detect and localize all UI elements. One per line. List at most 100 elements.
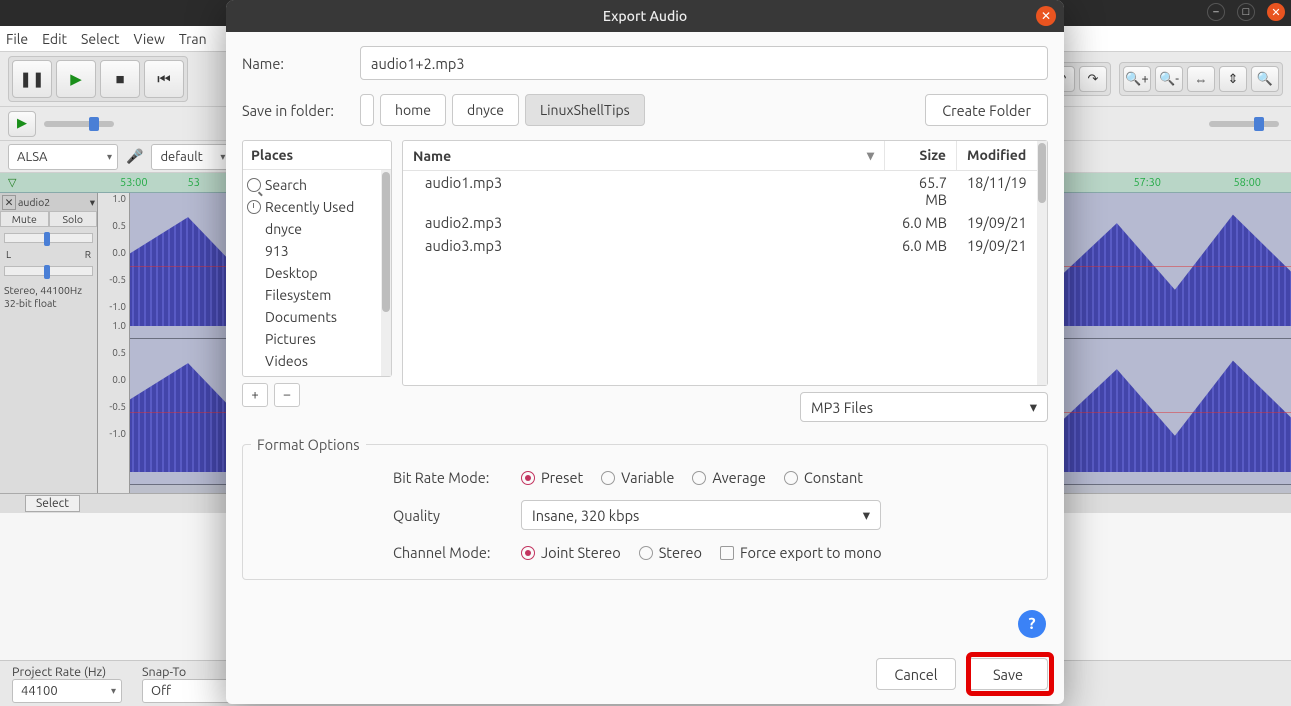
format-legend: Format Options: [251, 436, 366, 453]
filename-label: Name:: [242, 55, 346, 72]
maximize-icon[interactable]: □: [1237, 3, 1255, 21]
cancel-button[interactable]: Cancel: [876, 658, 956, 690]
time-mark: 53:00: [120, 177, 148, 189]
sort-desc-icon[interactable]: ▾: [867, 147, 874, 164]
file-row[interactable]: audio2.mp3 6.0 MB 19/09/21: [403, 211, 1047, 234]
place-item[interactable]: Desktop: [243, 262, 391, 284]
file-row[interactable]: audio1.mp3 65.7 MB 18/11/19: [403, 171, 1047, 211]
redo-icon[interactable]: ↷: [1079, 66, 1107, 92]
filename-input[interactable]: audio1+2.mp3: [360, 46, 1048, 80]
play-button[interactable]: ▶: [56, 60, 96, 98]
skip-start-button[interactable]: ⏮: [144, 60, 184, 98]
path-token-user[interactable]: dnyce: [452, 94, 519, 126]
menu-edit[interactable]: Edit: [42, 31, 67, 47]
dialog-close-icon[interactable]: ✕: [1036, 6, 1056, 26]
zoom-toolbar: 🔍+ 🔍- ⇔ ⇕ 🔍: [1119, 62, 1283, 96]
places-header: Places: [243, 141, 391, 170]
place-item[interactable]: Documents: [243, 306, 391, 328]
playhead-icon[interactable]: ▽: [8, 176, 16, 189]
audio-host-select[interactable]: ALSA: [8, 144, 118, 170]
project-rate-select[interactable]: 44100: [12, 679, 122, 703]
solo-button[interactable]: Solo: [49, 211, 98, 227]
bitrate-preset-radio[interactable]: Preset: [521, 469, 583, 486]
bitrate-variable-radio[interactable]: Variable: [601, 469, 674, 486]
minimize-icon[interactable]: –: [1207, 3, 1225, 21]
places-panel: Places Search Recently Used dnyce 913 De…: [242, 140, 392, 377]
path-token-home[interactable]: home: [380, 94, 446, 126]
stop-button[interactable]: ■: [100, 60, 140, 98]
col-modified[interactable]: Modified: [957, 141, 1047, 170]
place-item[interactable]: dnyce: [243, 218, 391, 240]
dialog-title: Export Audio: [603, 8, 687, 24]
menu-file[interactable]: File: [6, 31, 28, 47]
channel-mode-label: Channel Mode:: [393, 544, 503, 561]
track-format-info: Stereo, 44100Hz32-bit float: [0, 282, 97, 311]
filelist-scrollbar[interactable]: [1037, 141, 1047, 385]
add-place-button[interactable]: +: [242, 383, 268, 407]
pan-left-label: L: [6, 249, 11, 260]
save-in-label: Save in folder:: [242, 102, 346, 119]
track-close-icon[interactable]: ✕: [2, 195, 16, 210]
place-item[interactable]: Videos: [243, 350, 391, 372]
quality-label: Quality: [393, 507, 503, 524]
clock-icon: [247, 200, 261, 214]
create-folder-button[interactable]: Create Folder: [925, 94, 1048, 126]
bitrate-mode-label: Bit Rate Mode:: [393, 469, 503, 486]
place-item[interactable]: Filesystem: [243, 284, 391, 306]
chevron-down-icon: ▾: [1030, 398, 1037, 416]
col-name[interactable]: Name▾: [403, 141, 885, 170]
track-control-panel: ✕ audio2 ▾ Mute Solo L R Stereo, 44100Hz…: [0, 193, 98, 493]
input-device-select[interactable]: default: [151, 144, 231, 170]
quality-select[interactable]: Insane, 320 kbps▾: [521, 500, 881, 530]
help-button[interactable]: ?: [1018, 610, 1046, 638]
project-rate-label: Project Rate (Hz): [12, 665, 122, 679]
file-row[interactable]: audio3.mp3 6.0 MB 19/09/21: [403, 234, 1047, 257]
zoom-toggle-icon[interactable]: 🔍: [1251, 66, 1279, 92]
dialog-titlebar[interactable]: Export Audio ✕: [226, 0, 1064, 32]
search-icon: [247, 178, 261, 192]
time-mark: 57:30: [1133, 177, 1161, 189]
amplitude-ruler: 1.00.50.0-0.5-1.0 1.00.50.0-0.5-1.0: [98, 193, 130, 493]
output-volume-slider[interactable]: [1209, 121, 1279, 127]
place-recent[interactable]: Recently Used: [243, 196, 391, 218]
remove-place-button[interactable]: –: [274, 383, 300, 407]
col-size[interactable]: Size: [885, 141, 957, 170]
pause-button[interactable]: ❚❚: [12, 60, 52, 98]
force-mono-checkbox[interactable]: Force export to mono: [720, 544, 882, 561]
file-browser: Places Search Recently Used dnyce 913 De…: [242, 140, 1048, 386]
play-at-speed-icon[interactable]: ▶: [8, 111, 36, 137]
format-options-group: Format Options Bit Rate Mode: Preset Var…: [242, 436, 1048, 580]
zoom-selection-icon[interactable]: ⇔: [1187, 66, 1215, 92]
track-name[interactable]: audio2: [18, 196, 50, 208]
mute-button[interactable]: Mute: [0, 211, 49, 227]
bitrate-constant-radio[interactable]: Constant: [784, 469, 863, 486]
chevron-down-icon: ▾: [863, 506, 870, 524]
menu-transport[interactable]: Tran: [179, 31, 207, 47]
time-mark: 53: [188, 177, 200, 189]
play-speed-slider[interactable]: [44, 121, 114, 127]
zoom-in-icon[interactable]: 🔍+: [1123, 66, 1151, 92]
places-scrollbar[interactable]: [381, 170, 391, 376]
export-dialog: Export Audio ✕ Name: audio1+2.mp3 Save i…: [226, 0, 1064, 704]
gain-slider[interactable]: [4, 233, 93, 243]
zoom-out-icon[interactable]: 🔍-: [1155, 66, 1183, 92]
channel-joint-radio[interactable]: Joint Stereo: [521, 544, 621, 561]
track-select-button[interactable]: Select: [25, 495, 80, 512]
save-button[interactable]: Save: [968, 658, 1048, 690]
track-menu-icon[interactable]: ▾: [90, 196, 95, 209]
filetype-select[interactable]: MP3 Files▾: [800, 392, 1048, 422]
menu-view[interactable]: View: [133, 31, 164, 47]
mic-icon: 🎤: [126, 148, 143, 165]
time-mark: 58:00: [1233, 177, 1261, 189]
place-item[interactable]: 913: [243, 240, 391, 262]
channel-stereo-radio[interactable]: Stereo: [639, 544, 702, 561]
place-search[interactable]: Search: [243, 174, 391, 196]
zoom-fit-icon[interactable]: ⇕: [1219, 66, 1247, 92]
path-token-root[interactable]: [360, 94, 374, 126]
menu-select[interactable]: Select: [81, 31, 119, 47]
close-icon[interactable]: ✕: [1267, 3, 1285, 21]
bitrate-average-radio[interactable]: Average: [692, 469, 766, 486]
path-token-current[interactable]: LinuxShellTips: [525, 94, 645, 126]
pan-slider[interactable]: [4, 266, 93, 276]
place-item[interactable]: Pictures: [243, 328, 391, 350]
